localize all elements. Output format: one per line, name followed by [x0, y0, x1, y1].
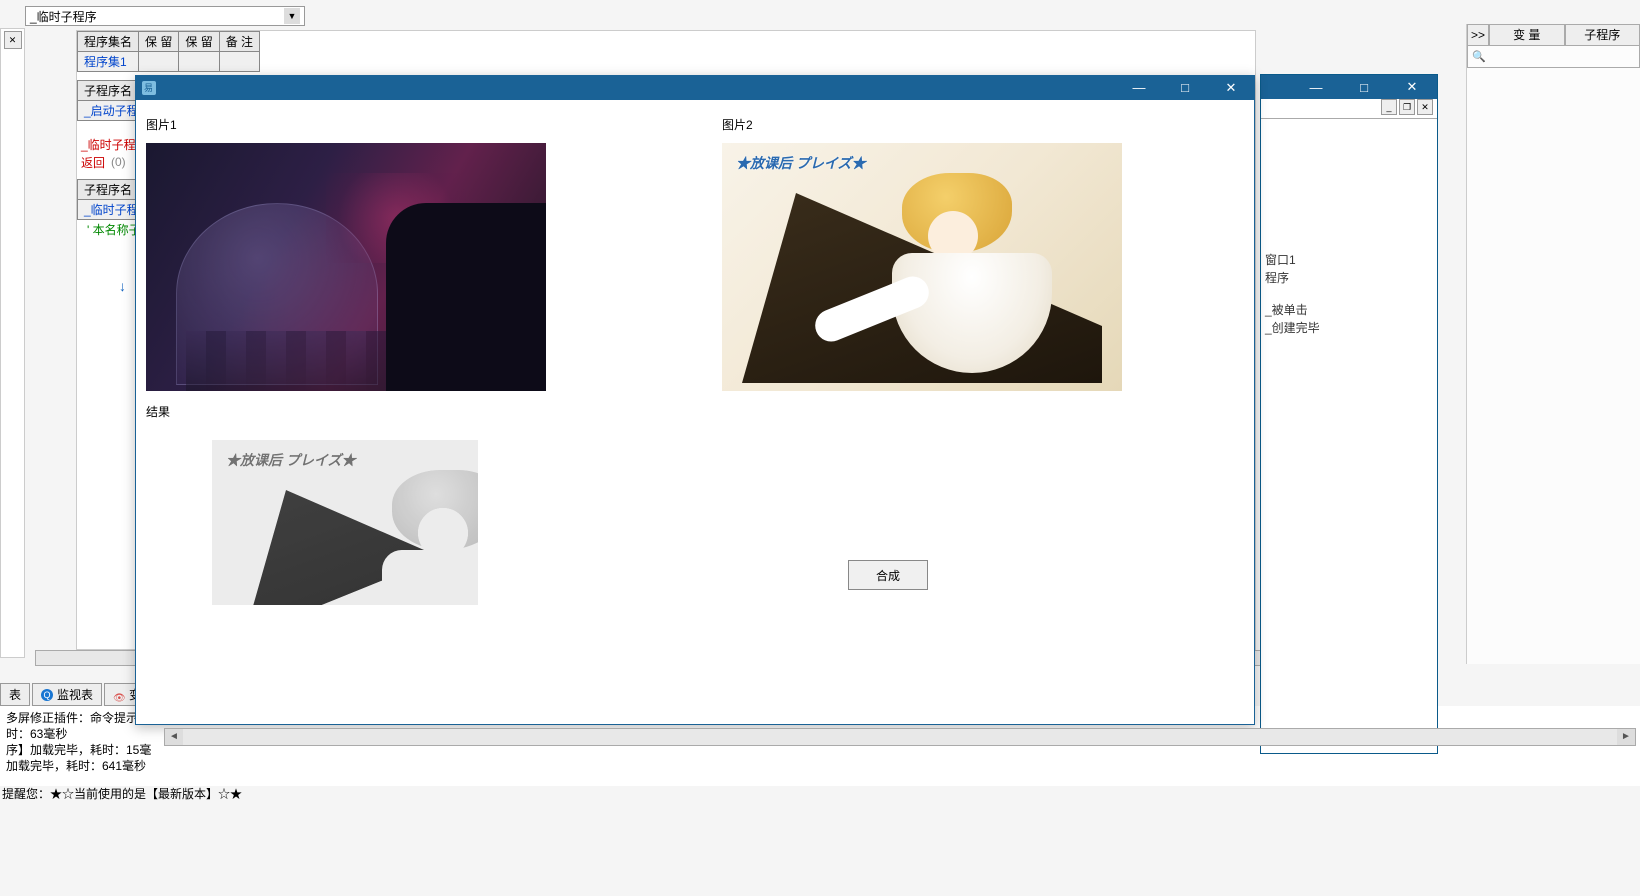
minimize-button[interactable]: —: [1126, 80, 1152, 96]
subheader-restore-icon[interactable]: ❐: [1399, 99, 1415, 115]
image2-label: 图片2: [722, 116, 1122, 133]
tab-subroutines[interactable]: 子程序: [1565, 24, 1640, 46]
subheader-min-icon[interactable]: _: [1381, 99, 1397, 115]
close-button[interactable]: ✕: [1397, 79, 1427, 95]
app-window: — □ ✕ 图片1 结果 ★放课后 プレイズ★ 图片2 ★: [135, 75, 1255, 725]
tab-sheet[interactable]: 表: [0, 683, 30, 706]
result-label: 结果: [146, 403, 546, 420]
app-icon: [142, 81, 156, 95]
sidebar-close-icon[interactable]: ✕: [4, 31, 22, 49]
secondary-titlebar[interactable]: — □ ✕: [1261, 75, 1437, 99]
close-button[interactable]: ✕: [1218, 80, 1244, 96]
subheader-close-icon[interactable]: ✕: [1417, 99, 1433, 115]
code-line: _临时子程: [79, 136, 136, 153]
image1[interactable]: [146, 143, 546, 391]
scroll-left-icon[interactable]: ◄: [165, 729, 183, 745]
panel-expand-icon[interactable]: >>: [1467, 24, 1489, 46]
assembly-table: 程序集名保 留保 留备 注 程序集1: [77, 31, 260, 72]
image2-logo: ★放课后 プレイズ★: [736, 153, 865, 173]
tab-watch[interactable]: Q监视表: [32, 683, 102, 706]
right-panel: >> 变 量 子程序 🔍: [1466, 24, 1640, 664]
glasses-icon: [113, 690, 125, 699]
image2[interactable]: ★放课后 プレイズ★: [722, 143, 1122, 391]
left-sidebar: ✕: [0, 28, 25, 658]
scroll-right-icon[interactable]: ►: [1617, 729, 1635, 745]
panel-search[interactable]: 🔍: [1467, 46, 1640, 68]
subroutine-combo[interactable]: _临时子程序 ▼: [25, 6, 305, 26]
project-tree[interactable]: 窗口1 程序 _被单击 _创建完毕: [1261, 119, 1437, 341]
tab-variables[interactable]: 变 量: [1489, 24, 1565, 46]
maximize-button[interactable]: □: [1349, 80, 1379, 95]
chevron-down-icon: ▼: [284, 8, 300, 24]
maximize-button[interactable]: □: [1172, 80, 1198, 96]
search-icon: 🔍: [1472, 50, 1486, 63]
image1-label: 图片1: [146, 116, 546, 133]
combo-value: _临时子程序: [30, 8, 97, 25]
lower-hscrollbar[interactable]: ◄ ►: [164, 728, 1636, 746]
minimize-button[interactable]: —: [1301, 80, 1331, 95]
title-bar[interactable]: — □ ✕: [136, 76, 1254, 100]
secondary-window: — □ ✕ _ ❐ ✕ 窗口1 程序 _被单击 _创建完毕: [1260, 74, 1438, 754]
result-image[interactable]: ★放课后 プレイズ★: [212, 440, 478, 605]
compose-button[interactable]: 合成: [848, 560, 928, 590]
status-bar: 提醒您：★☆当前使用的是【最新版本】☆★: [0, 785, 242, 802]
search-icon: Q: [41, 689, 53, 701]
